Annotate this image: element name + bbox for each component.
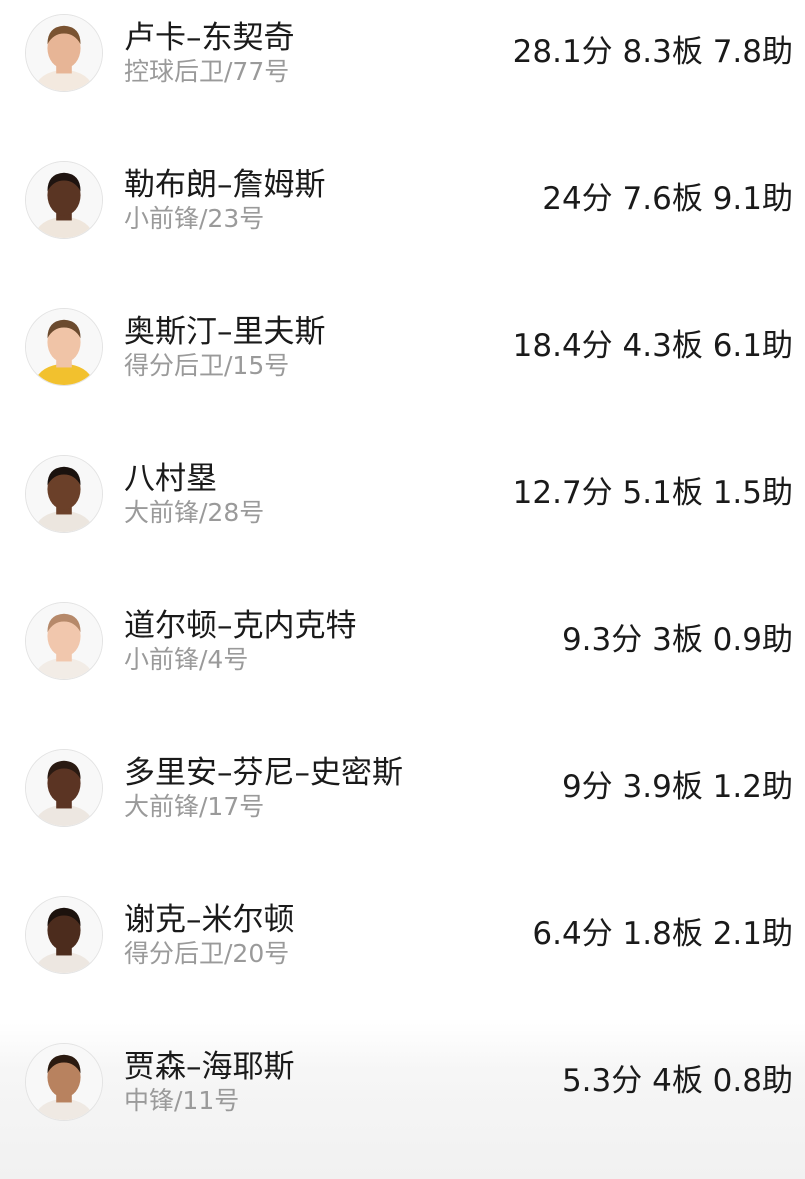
player-row[interactable]: 贾森–海耶斯 中锋/11号 5.3分 4板 0.8助 [0, 1023, 805, 1179]
player-name: 多里安–芬尼–史密斯 [124, 755, 403, 791]
player-row[interactable]: 道尔顿–克内克特 小前锋/4号 9.3分 3板 0.9助 [0, 592, 805, 739]
player-stats: 28.1分 8.3板 7.8助 [512, 34, 793, 70]
player-position: 控球后卫/77号 [124, 57, 290, 86]
player-headshot-icon [26, 309, 102, 385]
player-avatar[interactable] [25, 1043, 103, 1121]
player-position: 大前锋/17号 [124, 792, 265, 821]
player-position: 小前锋/4号 [124, 645, 249, 674]
player-headshot-icon [26, 750, 102, 826]
player-row[interactable]: 卢卡–东契奇 控球后卫/77号 28.1分 8.3板 7.8助 [0, 4, 805, 151]
player-avatar[interactable] [25, 896, 103, 974]
player-stats: 6.4分 1.8板 2.1助 [532, 916, 793, 952]
player-avatar[interactable] [25, 602, 103, 680]
player-name: 八村塁 [124, 461, 217, 497]
player-position: 中锋/11号 [124, 1086, 240, 1115]
player-stats: 24分 7.6板 9.1助 [542, 181, 793, 217]
player-headshot-icon [26, 162, 102, 238]
player-stats: 12.7分 5.1板 1.5助 [512, 475, 793, 511]
player-row[interactable]: 勒布朗–詹姆斯 小前锋/23号 24分 7.6板 9.1助 [0, 151, 805, 298]
player-position: 得分后卫/15号 [124, 351, 290, 380]
player-position: 得分后卫/20号 [124, 939, 290, 968]
player-name: 谢克–米尔顿 [124, 902, 295, 938]
player-name: 道尔顿–克内克特 [124, 608, 357, 644]
player-avatar[interactable] [25, 161, 103, 239]
player-name: 奥斯汀–里夫斯 [124, 314, 326, 350]
player-avatar[interactable] [25, 308, 103, 386]
player-name: 卢卡–东契奇 [124, 20, 295, 56]
player-name: 勒布朗–詹姆斯 [124, 167, 326, 203]
player-list: 卢卡–东契奇 控球后卫/77号 28.1分 8.3板 7.8助 勒布朗–詹姆斯 小前锋/… [0, 0, 805, 1179]
player-headshot-icon [26, 897, 102, 973]
player-avatar[interactable] [25, 749, 103, 827]
player-stats: 9分 3.9板 1.2助 [561, 769, 793, 805]
player-row[interactable]: 八村塁 大前锋/28号 12.7分 5.1板 1.5助 [0, 445, 805, 592]
player-stats: 5.3分 4板 0.8助 [561, 1063, 793, 1099]
player-stats: 18.4分 4.3板 6.1助 [512, 328, 793, 364]
player-row[interactable]: 谢克–米尔顿 得分后卫/20号 6.4分 1.8板 2.1助 [0, 886, 805, 1033]
player-name: 贾森–海耶斯 [124, 1049, 295, 1085]
player-position: 大前锋/28号 [124, 498, 265, 527]
player-position: 小前锋/23号 [124, 204, 265, 233]
player-headshot-icon [26, 603, 102, 679]
player-row[interactable]: 多里安–芬尼–史密斯 大前锋/17号 9分 3.9板 1.2助 [0, 739, 805, 886]
player-avatar[interactable] [25, 14, 103, 92]
player-row[interactable]: 奥斯汀–里夫斯 得分后卫/15号 18.4分 4.3板 6.1助 [0, 298, 805, 445]
player-headshot-icon [26, 456, 102, 532]
player-stats: 9.3分 3板 0.9助 [561, 622, 793, 658]
player-headshot-icon [26, 15, 102, 91]
player-avatar[interactable] [25, 455, 103, 533]
player-headshot-icon [26, 1044, 102, 1120]
